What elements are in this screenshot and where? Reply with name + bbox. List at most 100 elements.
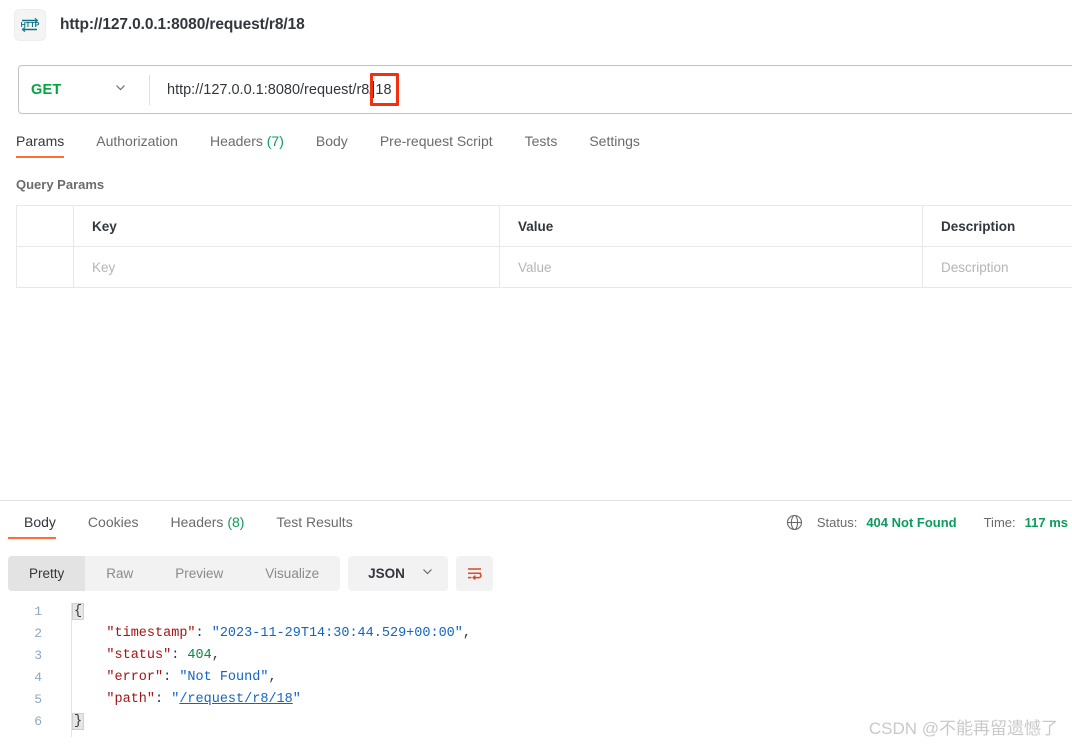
line-number: 3	[34, 647, 42, 663]
request-tabs: Params Authorization Headers (7) Body Pr…	[16, 131, 656, 158]
page-title: http://127.0.0.1:8080/request/r8/18	[60, 16, 305, 33]
row-key-input[interactable]: Key	[73, 246, 500, 288]
query-params-table: Key Value Description Key Value Descript…	[16, 205, 1072, 288]
svg-text:HTTP: HTTP	[21, 20, 40, 29]
response-toolbar: Pretty Raw Preview Visualize JSON	[8, 556, 493, 591]
json-separator: :	[171, 647, 188, 663]
code-gutter-divider	[71, 603, 72, 737]
code-line: 3 "status": 404,	[0, 644, 1072, 666]
response-view-switcher: Pretty Raw Preview Visualize	[8, 556, 341, 591]
json-key: "error"	[106, 669, 164, 685]
row-checkbox-cell[interactable]	[16, 246, 74, 288]
window-titlebar: HTTP http://127.0.0.1:8080/request/r8/18	[0, 0, 1072, 50]
globe-icon[interactable]	[786, 514, 803, 531]
time-value: 117 ms	[1024, 515, 1068, 530]
method-label: GET	[31, 81, 62, 98]
view-preview[interactable]: Preview	[154, 556, 244, 591]
line-number: 1	[34, 603, 42, 619]
json-separator: :	[195, 625, 212, 641]
tab-tests[interactable]: Tests	[509, 131, 574, 158]
header-checkbox-cell	[16, 205, 74, 247]
tab-label: Headers	[209, 133, 263, 149]
view-visualize[interactable]: Visualize	[244, 556, 340, 591]
line-content: }	[52, 712, 85, 730]
url-input[interactable]: http://127.0.0.1:8080/request/r8/18	[150, 72, 1072, 106]
brace-close[interactable]: }	[72, 712, 85, 730]
tab-authorization[interactable]: Authorization	[80, 131, 194, 158]
json-separator: :	[163, 669, 180, 685]
json-comma: ,	[268, 669, 277, 685]
tab-label: Body	[315, 133, 348, 149]
table-header-row: Key Value Description	[16, 205, 1072, 247]
tab-label: Pre-request Script	[379, 133, 493, 149]
url-prefix-text: http://127.0.0.1:8080/request/r8/	[167, 81, 374, 98]
json-value-link[interactable]: /request/r8/18	[179, 692, 292, 707]
query-params-title: Query Params	[16, 177, 105, 192]
header-key: Key	[73, 205, 500, 247]
status-badge[interactable]: 404 Not Found	[866, 515, 956, 530]
line-content: "path": "/request/r8/18"	[52, 691, 301, 707]
json-value: 404	[187, 647, 212, 663]
code-line: 2 "timestamp": "2023-11-29T14:30:44.529+…	[0, 622, 1072, 644]
response-tab-cookies[interactable]: Cookies	[72, 512, 155, 539]
row-value-input[interactable]: Value	[499, 246, 923, 288]
response-tabs: Body Cookies Headers (8) Test Results	[8, 512, 369, 539]
line-content: "error": "Not Found",	[52, 669, 277, 685]
tab-label: Test Results	[276, 514, 353, 530]
view-pretty[interactable]: Pretty	[8, 556, 86, 591]
json-key: "timestamp"	[106, 625, 196, 641]
format-label: JSON	[368, 566, 405, 581]
line-number: 6	[34, 713, 42, 729]
tab-label: Body	[24, 514, 56, 530]
tab-label: Cookies	[87, 514, 139, 530]
json-value: "Not Found"	[179, 669, 269, 685]
chevron-down-icon	[421, 565, 434, 583]
json-value: "2023-11-29T14:30:44.529+00:00"	[211, 625, 463, 641]
tab-count: (8)	[227, 514, 245, 530]
tab-label: Headers	[170, 514, 224, 530]
line-number: 4	[34, 669, 42, 685]
http-icon: HTTP	[14, 9, 46, 41]
tab-label: Settings	[589, 133, 640, 149]
json-quote-close: "	[292, 691, 301, 707]
tab-label: Params	[16, 133, 65, 149]
json-comma: ,	[462, 625, 471, 641]
response-panel-divider[interactable]	[0, 500, 1072, 501]
format-selector[interactable]: JSON	[348, 556, 448, 591]
json-comma: ,	[211, 647, 220, 663]
code-line: 1 {	[0, 600, 1072, 622]
watermark: CSDN @不能再留遗憾了	[868, 719, 1058, 738]
response-tab-body[interactable]: Body	[8, 512, 72, 539]
tab-label: Authorization	[96, 133, 178, 149]
brace-open[interactable]: {	[72, 602, 85, 620]
tab-settings[interactable]: Settings	[573, 131, 656, 158]
status-label: Status:	[816, 515, 858, 530]
tab-pre-request-script[interactable]: Pre-request Script	[364, 131, 509, 158]
view-raw[interactable]: Raw	[85, 556, 154, 591]
line-content: {	[52, 602, 85, 620]
tab-headers[interactable]: Headers (7)	[194, 131, 300, 158]
line-number: 2	[34, 625, 42, 641]
line-number: 5	[34, 691, 42, 707]
tab-label: Tests	[524, 133, 558, 149]
code-line: 5 "path": "/request/r8/18"	[0, 688, 1072, 710]
response-tab-headers[interactable]: Headers (8)	[155, 512, 261, 539]
table-row: Key Value Description	[16, 246, 1072, 288]
tab-params[interactable]: Params	[16, 131, 80, 158]
word-wrap-icon[interactable]	[455, 556, 493, 591]
chevron-down-icon	[114, 81, 127, 99]
tab-body[interactable]: Body	[300, 131, 364, 158]
header-value: Value	[499, 205, 923, 247]
line-content: "timestamp": "2023-11-29T14:30:44.529+00…	[52, 626, 471, 641]
json-key: "status"	[106, 647, 172, 663]
header-description: Description	[922, 205, 1072, 247]
response-tab-test-results[interactable]: Test Results	[260, 512, 368, 539]
code-line: 4 "error": "Not Found",	[0, 666, 1072, 688]
method-selector[interactable]: GET	[19, 66, 149, 113]
json-separator: :	[155, 691, 172, 707]
time-label: Time:	[983, 515, 1016, 530]
row-description-input[interactable]: Description	[922, 246, 1072, 288]
line-content: "status": 404,	[52, 647, 220, 663]
url-annotated-segment: 18	[370, 72, 399, 106]
tab-count: (7)	[266, 133, 284, 149]
